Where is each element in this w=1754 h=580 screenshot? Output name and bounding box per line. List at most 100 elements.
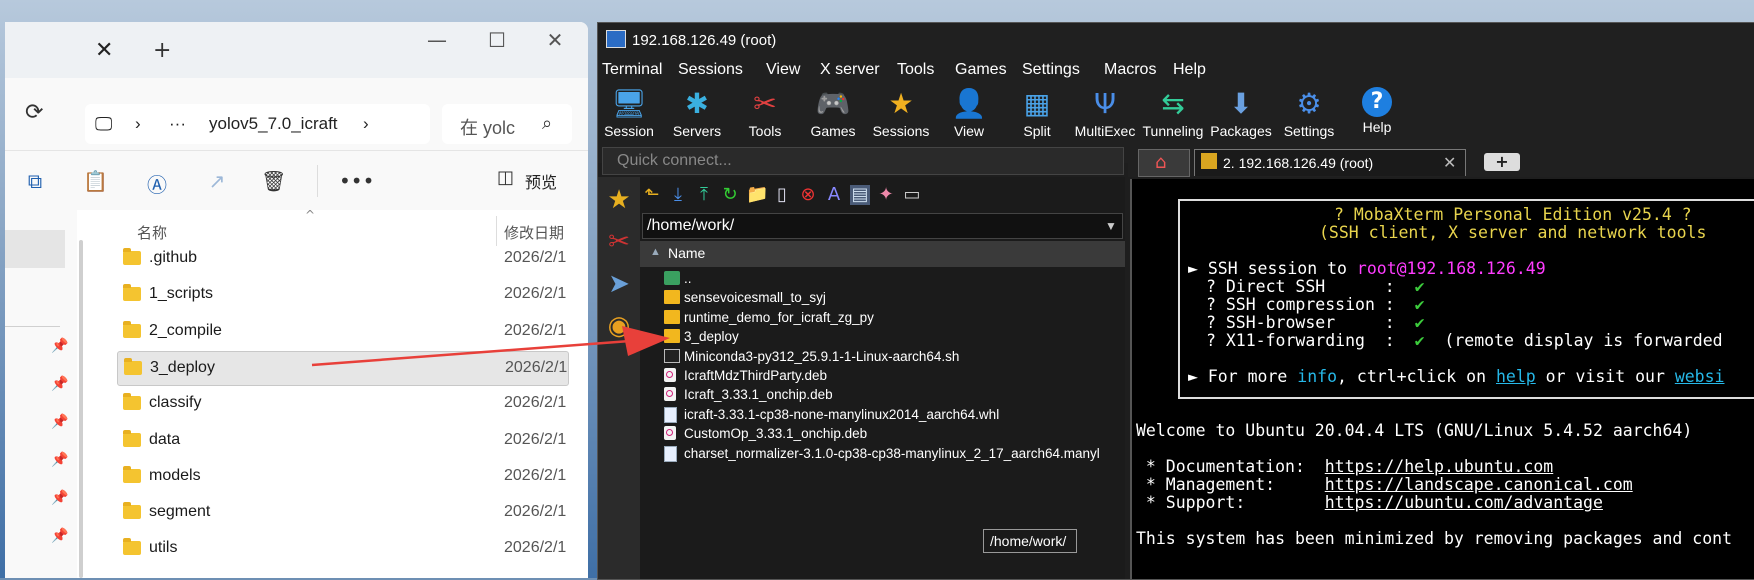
- chevron-down-icon[interactable]: ▼: [1105, 219, 1117, 233]
- documentation-link[interactable]: https://help.ubuntu.com: [1325, 457, 1553, 476]
- sftp-file-row[interactable]: runtime_demo_for_icraft_zg_py: [664, 308, 1124, 329]
- pin-icon[interactable]: 📌: [51, 452, 68, 468]
- new-tab-button[interactable]: +: [153, 38, 171, 63]
- file-row[interactable]: .github 2026/2/1: [117, 242, 567, 275]
- sftp-file-row[interactable]: sensevoicesmall_to_syj: [664, 288, 1124, 309]
- management-line: * Management: https://landscape.canonica…: [1136, 475, 1633, 494]
- menu-item[interactable]: Macros: [1104, 61, 1156, 79]
- tools-icon[interactable]: ✂: [604, 227, 634, 257]
- file-row[interactable]: 2_compile 2026/2/1: [117, 315, 567, 348]
- menu-item[interactable]: Help: [1173, 61, 1206, 79]
- download-icon[interactable]: ⤓: [668, 185, 688, 205]
- sftp-browser: ⬑ ⤓ ⤒ ↻ 📁 ▯ ⊗ A ▤ ✦ ▭ /home/work/ ▼ ▲ Na…: [640, 177, 1125, 579]
- sftp-file-row[interactable]: Miniconda3-py312_25.9.1-1-Linux-aarch64.…: [664, 347, 1124, 368]
- pin-icon[interactable]: 📌: [51, 490, 68, 506]
- home-tab[interactable]: ⌂: [1138, 149, 1190, 177]
- column-header-name[interactable]: Name: [668, 245, 705, 261]
- star-icon[interactable]: ★: [604, 185, 634, 215]
- file-row[interactable]: 1_scripts 2026/2/1: [117, 278, 567, 311]
- title-bar: 192.168.126.49 (root): [598, 23, 1754, 57]
- menu-item[interactable]: Sessions: [678, 61, 743, 79]
- file-row[interactable]: utils 2026/2/1: [117, 532, 567, 565]
- share-icon[interactable]: ↗: [205, 169, 229, 193]
- column-header-name[interactable]: 名称: [137, 222, 167, 243]
- delete-icon[interactable]: ⊗: [798, 185, 818, 205]
- support-link[interactable]: https://ubuntu.com/advantage: [1325, 493, 1603, 512]
- file-row[interactable]: data 2026/2/1: [117, 424, 567, 457]
- terminal-area[interactable]: ? MobaXterm Personal Edition v25.4 ? (SS…: [1130, 179, 1754, 579]
- new-file-icon[interactable]: ▯: [772, 185, 792, 205]
- menu-item[interactable]: X server: [820, 61, 880, 79]
- menu-item[interactable]: Tools: [897, 61, 934, 79]
- new-folder-icon[interactable]: 📁: [746, 185, 768, 205]
- sftp-file-row[interactable]: charset_normalizer-3.1.0-cp38-cp38-manyl…: [664, 444, 1124, 465]
- upload-icon[interactable]: ⤒: [694, 185, 714, 205]
- preview-pane-icon[interactable]: ◫: [497, 167, 514, 188]
- more-options-icon[interactable]: •••: [339, 169, 374, 193]
- nav-selected-item[interactable]: [5, 230, 65, 268]
- address-bar[interactable]: 🖵 › ··· yolov5_7.0_icraft ›: [85, 104, 430, 144]
- menu-item[interactable]: View: [766, 61, 800, 79]
- window-title: 192.168.126.49 (root): [632, 32, 777, 49]
- sftp-path-input[interactable]: /home/work/ ▼: [642, 213, 1123, 239]
- preview-button-label[interactable]: 预览: [525, 169, 557, 193]
- refresh-icon[interactable]: ⟳: [25, 100, 43, 125]
- sftp-file-row[interactable]: ..: [664, 269, 1124, 290]
- menu-item[interactable]: Terminal: [602, 61, 662, 79]
- file-row[interactable]: segment 2026/2/1: [117, 496, 567, 529]
- close-tab-icon[interactable]: ✕: [95, 38, 113, 63]
- sftp-icon[interactable]: ◉: [604, 311, 634, 341]
- help-icon: ?: [1362, 87, 1392, 117]
- close-tab-icon[interactable]: ✕: [1443, 153, 1456, 172]
- search-icon[interactable]: ⌕: [542, 113, 552, 134]
- rename-icon[interactable]: Ⓐ: [145, 169, 169, 197]
- file-date: 2026/2/1: [504, 285, 567, 303]
- management-link[interactable]: https://landscape.canonical.com: [1325, 475, 1633, 494]
- paste-icon[interactable]: 📋: [83, 169, 108, 193]
- send-icon[interactable]: ➤: [604, 269, 634, 299]
- fork-icon: Ψ: [1093, 87, 1117, 120]
- parent-folder-icon[interactable]: ⬑: [642, 185, 662, 205]
- help-link[interactable]: help: [1496, 367, 1536, 386]
- menu-bar: Terminal Sessions View X server Tools Games Se…: [598, 57, 1754, 83]
- quick-connect-input[interactable]: Quick connect...: [602, 147, 1124, 175]
- terminal-icon[interactable]: ▭: [902, 185, 922, 205]
- session-tab-label: 2. 192.168.126.49 (root): [1223, 155, 1374, 171]
- file-list-header[interactable]: ▲ Name: [640, 241, 1125, 267]
- refresh-icon[interactable]: ↻: [720, 185, 740, 205]
- sftp-file-row[interactable]: icraft-3.33.1-cp38-none-manylinux2014_aa…: [664, 405, 1124, 426]
- pin-icon[interactable]: 📌: [51, 338, 68, 354]
- file-row[interactable]: classify 2026/2/1: [117, 387, 567, 420]
- menu-item[interactable]: Settings: [1022, 61, 1080, 79]
- sftp-file-row[interactable]: Icraft_3.33.1_onchip.deb: [664, 385, 1124, 406]
- copy-icon[interactable]: ⧉: [23, 169, 47, 193]
- menu-item[interactable]: Games: [955, 61, 1007, 79]
- navigation-pane[interactable]: 📌 📌 📌 📌 📌 📌: [5, 210, 77, 578]
- search-input[interactable]: 在 yolc ⌕: [442, 104, 572, 144]
- nav-scrollbar[interactable]: [79, 240, 83, 578]
- pin-icon[interactable]: 📌: [51, 414, 68, 430]
- info-link[interactable]: info: [1297, 367, 1337, 386]
- path-segment-folder[interactable]: yolov5_7.0_icraft: [209, 114, 338, 134]
- chevron-right-icon[interactable]: ›: [363, 114, 369, 134]
- website-link[interactable]: websi: [1675, 367, 1725, 386]
- magic-wand-icon[interactable]: ✦: [876, 185, 896, 205]
- sftp-file-row[interactable]: 3_deploy: [664, 327, 1124, 348]
- minimize-icon[interactable]: —: [417, 28, 457, 52]
- chevron-right-icon[interactable]: ›: [135, 114, 141, 134]
- file-row[interactable]: models 2026/2/1: [117, 460, 567, 493]
- path-overflow-button[interactable]: ···: [169, 114, 186, 134]
- pin-icon[interactable]: 📌: [51, 376, 68, 392]
- new-tab-button[interactable]: +: [1484, 153, 1520, 171]
- rename-icon[interactable]: A: [824, 185, 844, 205]
- sftp-file-row[interactable]: IcraftMdzThirdParty.deb: [664, 366, 1124, 387]
- sftp-file-row[interactable]: CustomOp_3.33.1_onchip.deb: [664, 424, 1124, 445]
- pin-icon[interactable]: 📌: [51, 528, 68, 544]
- properties-icon[interactable]: ▤: [850, 185, 870, 205]
- close-window-icon[interactable]: ✕: [535, 28, 575, 52]
- session-tab-active[interactable]: 2. 192.168.126.49 (root) ✕: [1194, 149, 1466, 176]
- file-row[interactable]: 3_deploy 2026/2/1: [117, 350, 569, 386]
- column-header-modified[interactable]: 修改日期: [504, 222, 564, 243]
- maximize-icon[interactable]: ☐: [477, 28, 517, 52]
- delete-icon[interactable]: 🗑: [261, 169, 286, 193]
